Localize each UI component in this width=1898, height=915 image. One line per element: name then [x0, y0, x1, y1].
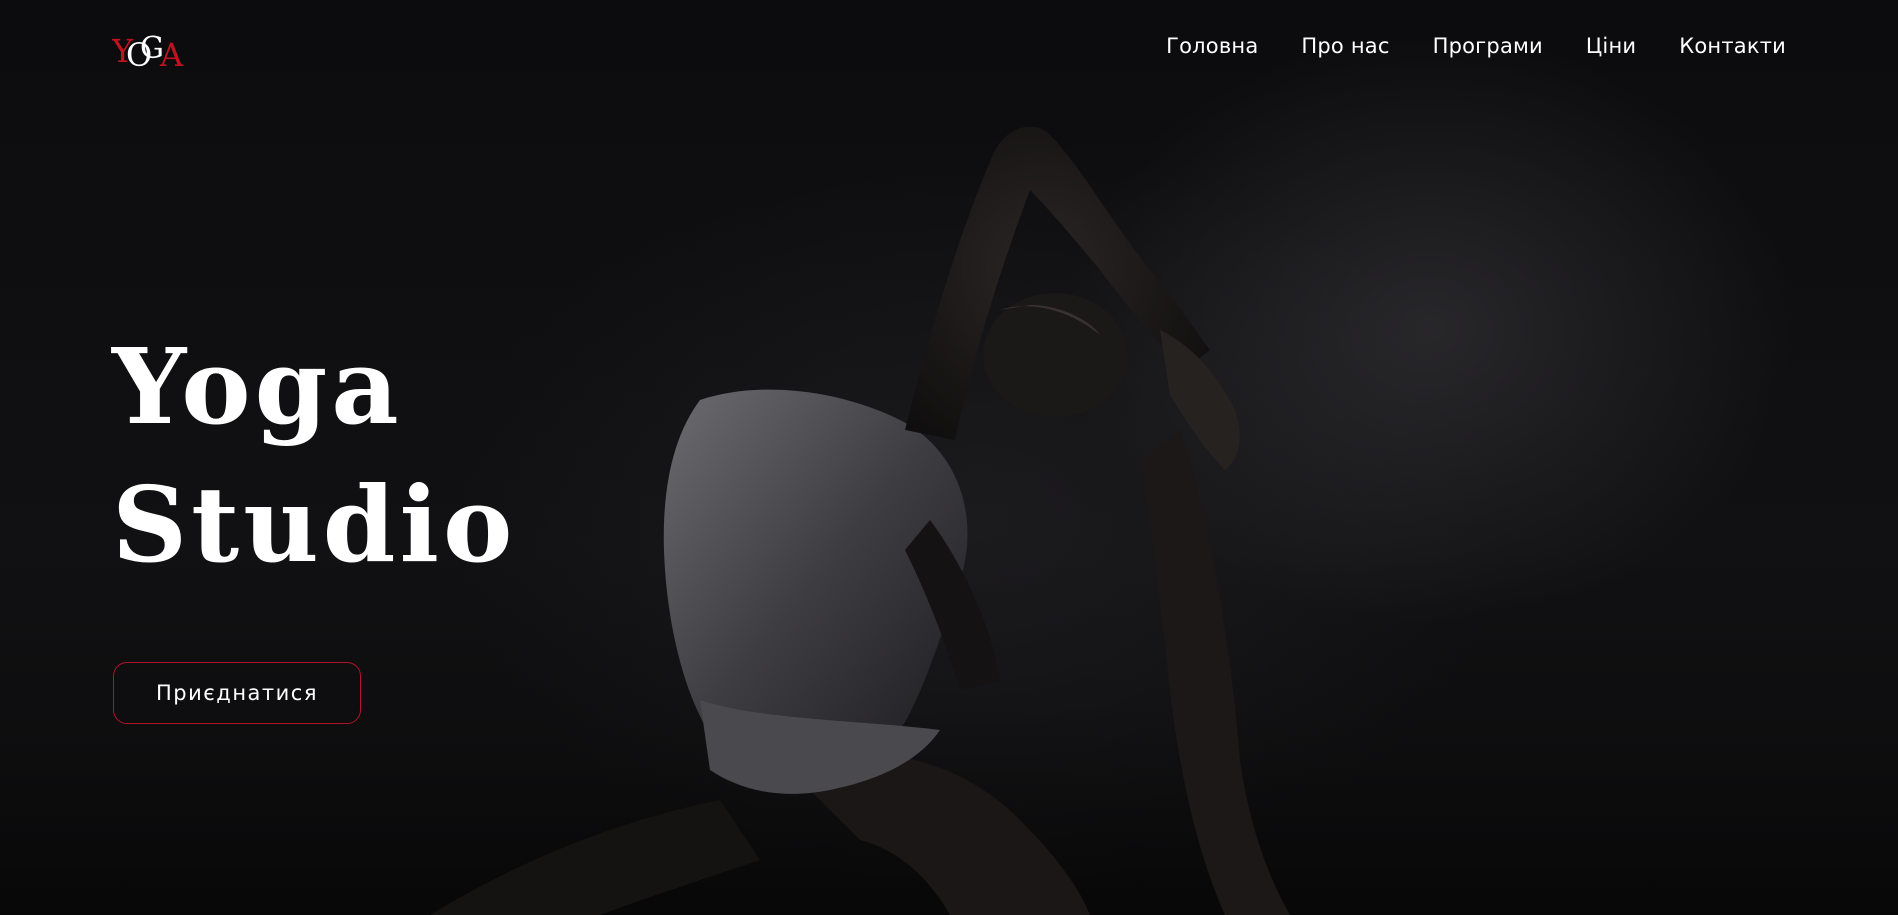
- main-nav: Головна Про нас Програми Ціни Контакти: [1166, 34, 1786, 58]
- join-button[interactable]: Приєднатися: [113, 662, 361, 724]
- hero-title-line-2: Studio: [112, 463, 517, 586]
- svg-text:A: A: [159, 36, 184, 70]
- yoga-logo[interactable]: Y O G A: [112, 30, 188, 70]
- nav-item-prices[interactable]: Ціни: [1586, 34, 1636, 58]
- hero-title: Yoga Studio: [112, 318, 516, 594]
- nav-item-home[interactable]: Головна: [1166, 34, 1258, 58]
- nav-item-contacts[interactable]: Контакти: [1679, 34, 1786, 58]
- hero-title-line-1: Yoga: [112, 325, 403, 448]
- hero-section: Y O G A Головна Про нас Програми Ціни Ко…: [0, 0, 1898, 915]
- nav-item-programs[interactable]: Програми: [1433, 34, 1543, 58]
- nav-item-about[interactable]: Про нас: [1301, 34, 1389, 58]
